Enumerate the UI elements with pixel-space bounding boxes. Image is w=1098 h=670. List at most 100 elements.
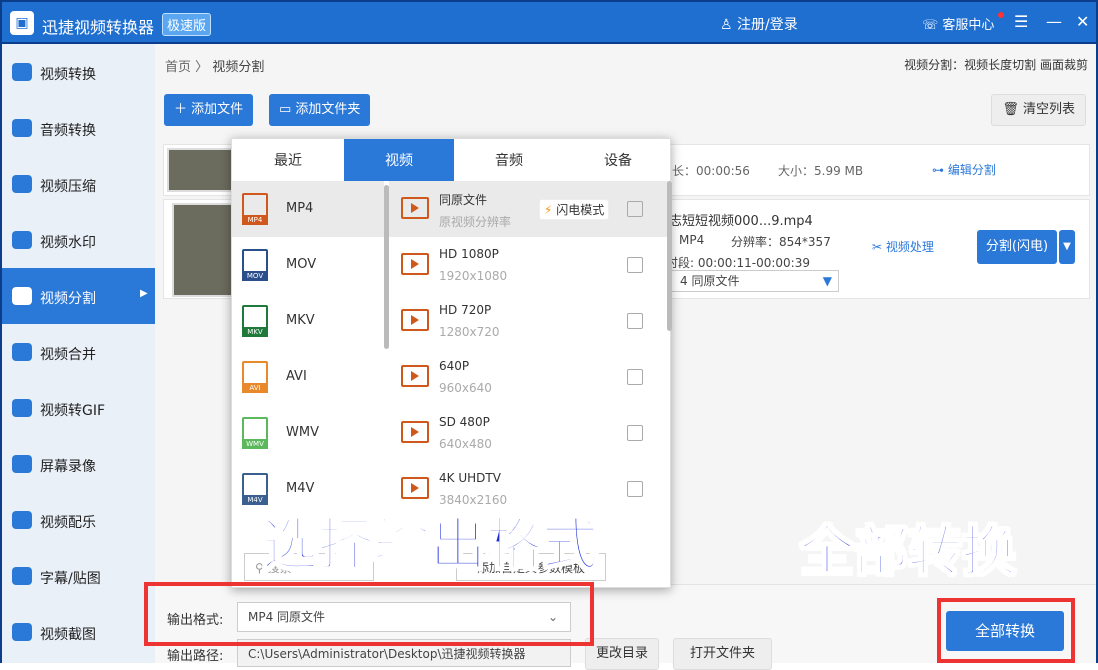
edition-badge: 极速版 — [162, 13, 212, 36]
title-bar: ▣ 迅捷视频转换器 极速版 ♙ 注册/登录 ☏ 客服中心 ☰ — ✕ — [0, 0, 1098, 44]
video-process-link[interactable]: ✂ 视频处理 — [872, 238, 934, 255]
video-split-icon — [12, 287, 32, 305]
login-link[interactable]: ♙ 注册/登录 — [720, 14, 798, 34]
video-merge-icon — [12, 343, 32, 361]
duration-value: 00:00:56 — [696, 164, 750, 178]
sidebar-item-audio-convert[interactable]: 音频转换 — [2, 100, 155, 156]
format-item-mkv[interactable]: MKV MKV — [232, 293, 384, 349]
add-file-button[interactable]: ＋ 添加文件 — [164, 94, 254, 126]
resolution-value: 854*357 — [779, 235, 831, 249]
sidebar-item-video-split[interactable]: 视频分割 ▶ — [2, 268, 155, 324]
preset-item[interactable]: HD 1080P 1920x1080 — [389, 237, 672, 293]
app-logo-icon: ▣ — [10, 11, 34, 35]
sidebar: 视频转换 音频转换 视频压缩 视频水印 视频分割 ▶ 视频合并 视频转GIF 屏幕… — [0, 44, 155, 663]
add-folder-button[interactable]: ▭ 添加文件夹 — [269, 94, 371, 126]
output-format-label: 输出格式: — [167, 613, 224, 628]
file-format: MP4 — [679, 233, 705, 247]
trash-icon: 🗑 — [1002, 102, 1023, 117]
output-path-label: 输出路径: — [167, 649, 224, 664]
edit-icon[interactable] — [627, 257, 643, 273]
mp4-file-icon: MP4 — [242, 193, 268, 225]
mov-file-icon: MOV — [242, 249, 268, 281]
app-title: 迅捷视频转换器 — [42, 18, 155, 37]
clear-list-button[interactable]: 🗑 清空列表 — [991, 94, 1086, 126]
breadcrumb: 首页 〉 视频分割 — [165, 56, 264, 75]
tab-recent[interactable]: 最近 — [232, 139, 344, 181]
video-preset-icon — [401, 365, 429, 387]
tab-video[interactable]: 视频 — [344, 139, 454, 181]
size-value: 5.99 MB — [814, 164, 864, 178]
video-thumbnail — [167, 148, 233, 192]
menu-icon[interactable]: ☰ — [1014, 12, 1028, 31]
sidebar-item-subtitle-sticker[interactable]: 字幕/贴图 — [2, 548, 155, 604]
video-compress-icon — [12, 175, 32, 193]
chevron-right-icon: ▶ — [140, 288, 148, 299]
sidebar-item-video-merge[interactable]: 视频合并 — [2, 324, 155, 380]
sidebar-item-video-convert[interactable]: 视频转换 — [2, 44, 155, 100]
screenshot-icon — [12, 623, 32, 641]
sidebar-item-video-gif[interactable]: 视频转GIF — [2, 380, 155, 436]
video-preset-icon — [401, 421, 429, 443]
edit-icon[interactable] — [627, 425, 643, 441]
edit-icon[interactable] — [627, 369, 643, 385]
tab-device[interactable]: 设备 — [564, 139, 672, 181]
caption-convert-all: 全部转换 — [799, 519, 1017, 584]
video-convert-icon — [12, 63, 32, 81]
video-preset-icon — [401, 253, 429, 275]
sidebar-item-screen-record[interactable]: 屏幕录像 — [2, 436, 155, 492]
format-item-avi[interactable]: AVI AVI — [232, 349, 384, 405]
customer-service-link[interactable]: ☏ 客服中心 — [922, 14, 994, 33]
video-preset-icon — [401, 309, 429, 331]
output-format-field[interactable]: MP4 同原文件 ⌄ — [237, 602, 571, 632]
tab-audio[interactable]: 音频 — [454, 139, 564, 181]
preset-item[interactable]: HD 720P 1280x720 — [389, 293, 672, 349]
screen-record-icon — [12, 455, 32, 473]
preset-item[interactable]: 同原文件 原视频分辨率 ⚡ 闪电模式 — [389, 181, 672, 237]
video-preset-icon — [401, 197, 429, 219]
format-item-wmv[interactable]: WMV WMV — [232, 405, 384, 461]
minimize-icon[interactable]: — — [1046, 12, 1062, 31]
edit-icon[interactable] — [627, 313, 643, 329]
change-dir-button[interactable]: 更改目录 — [585, 638, 660, 670]
video-preset-icon — [401, 477, 429, 499]
sidebar-item-video-music[interactable]: 视频配乐 — [2, 492, 155, 548]
edit-split-link[interactable]: ⊶ 编辑分割 — [932, 161, 996, 178]
avi-file-icon: AVI — [242, 361, 268, 393]
preset-list-scrollbar[interactable] — [667, 181, 672, 331]
music-icon — [12, 511, 32, 529]
bottom-bar: 输出格式: MP4 同原文件 ⌄ 输出路径: C:\Users\Administr… — [155, 584, 1096, 670]
format-item-mov[interactable]: MOV MOV — [232, 237, 384, 293]
audio-convert-icon — [12, 119, 32, 137]
format-item-mp4[interactable]: MP4 MP4 — [232, 181, 384, 237]
breadcrumb-separator: 〉 — [195, 60, 209, 75]
folder-icon: ▭ — [279, 102, 296, 117]
convert-all-button[interactable]: 全部转换 — [946, 611, 1064, 651]
sidebar-item-watermark[interactable]: 视频水印 — [2, 212, 155, 268]
wmv-file-icon: WMV — [242, 417, 268, 449]
scissors-icon: ⊶ — [932, 163, 948, 177]
edit-icon[interactable] — [627, 201, 643, 217]
caption-select-format: 选择输出格式 — [261, 512, 599, 579]
breadcrumb-current: 视频分割 — [212, 60, 265, 75]
user-icon: ♙ — [720, 17, 738, 33]
sidebar-item-screenshot[interactable]: 视频截图 — [2, 604, 155, 660]
chevron-down-icon: ▼ — [822, 274, 832, 288]
output-format-select[interactable]: 4 同原文件 ▼ — [669, 270, 839, 292]
open-folder-button[interactable]: 打开文件夹 — [673, 638, 773, 670]
scissors-icon: ✂ — [872, 240, 886, 254]
segment-range: 时段: 00:00:11-00:00:39 — [666, 256, 810, 270]
edit-icon[interactable] — [627, 481, 643, 497]
sidebar-item-video-compress[interactable]: 视频压缩 — [2, 156, 155, 212]
watermark-icon — [12, 231, 32, 249]
mode-info: 视频分割：视频长度切割 画面裁剪 — [904, 58, 1088, 72]
chat-icon: ☏ — [922, 18, 943, 33]
sticker-icon — [12, 567, 32, 585]
close-icon[interactable]: ✕ — [1076, 12, 1089, 31]
split-flash-button[interactable]: 分割(闪电) — [977, 230, 1057, 264]
split-dropdown-arrow-icon[interactable]: ▼ — [1059, 230, 1075, 264]
preset-item[interactable]: 640P 960x640 — [389, 349, 672, 405]
breadcrumb-home[interactable]: 首页 — [165, 60, 191, 75]
file-name[interactable]: 志短短视频000...9.mp4 — [669, 210, 813, 229]
notification-dot — [998, 12, 1004, 18]
preset-item[interactable]: SD 480P 640x480 — [389, 405, 672, 461]
